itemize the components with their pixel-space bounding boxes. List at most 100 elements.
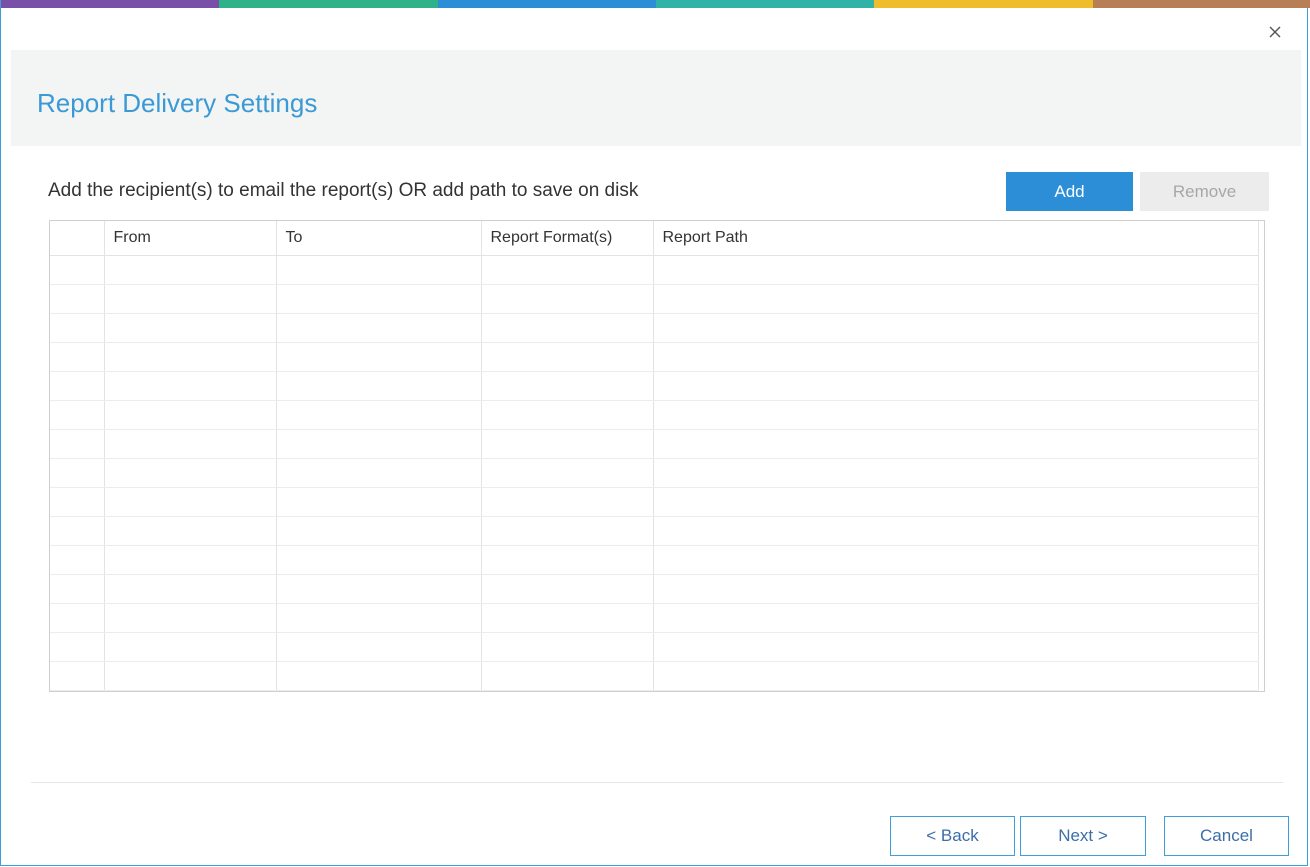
dialog-title: Report Delivery Settings: [37, 88, 318, 118]
grid-empty-cell: [653, 255, 1259, 285]
back-button-label: < Back: [926, 826, 979, 845]
grid-empty-cell: [481, 284, 654, 314]
grid-empty-cell: [653, 632, 1259, 662]
grid-empty-cell: [104, 487, 277, 517]
grid-empty-cell: [50, 313, 105, 343]
grid-empty-cell: [104, 516, 277, 546]
instruction-text: Add the recipient(s) to email the report…: [48, 180, 639, 201]
grid-empty-cell: [104, 342, 277, 372]
column-header-report-formats[interactable]: Report Format(s): [481, 221, 654, 256]
grid-empty-cell: [104, 371, 277, 401]
column-header-to[interactable]: To: [276, 221, 482, 256]
column-header-report-path[interactable]: Report Path: [653, 221, 1259, 256]
grid-empty-cell: [50, 255, 105, 285]
grid-empty-cell: [104, 284, 277, 314]
grid-empty-cell: [276, 429, 482, 459]
grid-empty-cell: [276, 487, 482, 517]
grid-empty-cell: [276, 545, 482, 575]
grid-empty-cell: [50, 632, 105, 662]
grid-empty-cell: [276, 458, 482, 488]
grid-empty-cell: [50, 400, 105, 430]
grid-empty-cell: [653, 342, 1259, 372]
grid-empty-cell: [481, 632, 654, 662]
back-button[interactable]: < Back: [890, 816, 1015, 856]
grid-empty-cell: [276, 632, 482, 662]
grid-empty-cell: [653, 545, 1259, 575]
grid-empty-row: [50, 458, 1259, 488]
grid-empty-cell: [653, 574, 1259, 604]
grid-empty-cell: [481, 458, 654, 488]
grid-empty-cell: [276, 603, 482, 633]
cancel-button[interactable]: Cancel: [1164, 816, 1289, 856]
grid-empty-cell: [481, 313, 654, 343]
grid-empty-cell: [104, 458, 277, 488]
close-icon[interactable]: [1265, 22, 1285, 42]
grid-empty-cell: [50, 661, 105, 691]
grid-empty-cell: [104, 603, 277, 633]
next-button-label: Next >: [1058, 826, 1108, 845]
grid-empty-cell: [104, 632, 277, 662]
grid-empty-cell: [104, 429, 277, 459]
grid-empty-cell: [50, 574, 105, 604]
grid-empty-row: [50, 574, 1259, 604]
grid-empty-row: [50, 371, 1259, 401]
column-header-from[interactable]: From: [104, 221, 277, 256]
grid-empty-row: [50, 603, 1259, 633]
grid-empty-cell: [104, 545, 277, 575]
accent-bar: [1, 0, 1310, 8]
grid-empty-row: [50, 632, 1259, 662]
grid-empty-cell: [481, 516, 654, 546]
grid-empty-cell: [50, 458, 105, 488]
footer-separator: [31, 782, 1283, 783]
grid-empty-cell: [653, 661, 1259, 691]
grid-empty-cell: [481, 371, 654, 401]
grid-empty-row: [50, 255, 1259, 285]
grid-empty-row: [50, 487, 1259, 517]
grid-empty-cell: [481, 400, 654, 430]
report-delivery-dialog: Report Delivery Settings Add the recipie…: [0, 0, 1310, 866]
grid-empty-row: [50, 516, 1259, 546]
grid-empty-cell: [104, 400, 277, 430]
grid-empty-row: [50, 661, 1259, 691]
grid-empty-cell: [481, 342, 654, 372]
grid-empty-cell: [50, 603, 105, 633]
grid-empty-row: [50, 429, 1259, 459]
remove-button: Remove: [1140, 172, 1269, 211]
grid-empty-cell: [481, 661, 654, 691]
grid-empty-cell: [276, 516, 482, 546]
grid-empty-cell: [104, 255, 277, 285]
grid-empty-cell: [653, 429, 1259, 459]
grid-empty-cell: [50, 429, 105, 459]
grid-empty-cell: [104, 313, 277, 343]
grid-empty-cell: [653, 400, 1259, 430]
grid-empty-cell: [276, 284, 482, 314]
recipients-grid[interactable]: From To Report Format(s) Report Path: [49, 220, 1265, 692]
next-button[interactable]: Next >: [1020, 816, 1146, 856]
grid-empty-cell: [50, 342, 105, 372]
grid-empty-cell: [481, 603, 654, 633]
cancel-button-label: Cancel: [1200, 826, 1253, 845]
grid-empty-cell: [50, 516, 105, 546]
add-button[interactable]: Add: [1006, 172, 1133, 211]
grid-empty-cell: [276, 342, 482, 372]
grid-empty-cell: [653, 516, 1259, 546]
grid-empty-cell: [653, 371, 1259, 401]
grid-empty-cell: [481, 487, 654, 517]
grid-empty-cell: [653, 284, 1259, 314]
grid-empty-cell: [276, 371, 482, 401]
grid-empty-cell: [481, 255, 654, 285]
grid-empty-cell: [276, 255, 482, 285]
grid-empty-cell: [481, 574, 654, 604]
grid-empty-cell: [50, 371, 105, 401]
grid-empty-cell: [653, 313, 1259, 343]
grid-empty-cell: [276, 661, 482, 691]
grid-header-row: From To Report Format(s) Report Path: [50, 221, 1259, 256]
grid-empty-row: [50, 342, 1259, 372]
grid-empty-cell: [653, 458, 1259, 488]
grid-empty-cell: [50, 487, 105, 517]
grid-empty-cell: [276, 400, 482, 430]
grid-empty-cell: [481, 429, 654, 459]
column-header-selector: [50, 221, 105, 256]
grid-empty-cell: [50, 284, 105, 314]
grid-empty-row: [50, 313, 1259, 343]
